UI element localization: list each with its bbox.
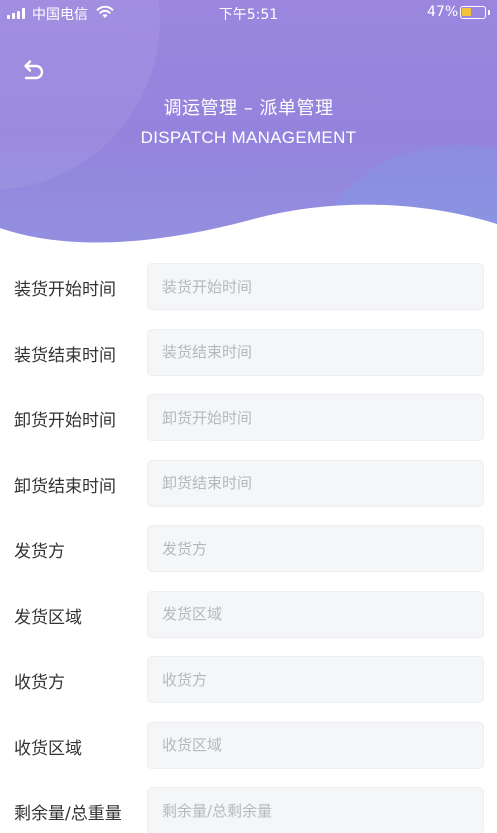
field-label: 装货开始时间 [14,280,116,300]
field-label: 卸货结束时间 [14,476,116,497]
dispatch-form: 装货开始时间 装货结束时间 卸货开始时间 卸货结束时间 发货方 发货区域 收货方… [0,263,497,833]
back-button[interactable] [18,54,48,82]
field-label: 卸货开始时间 [14,411,116,431]
receive-region-input[interactable] [147,721,484,769]
page-subtitle: DISPATCH MANAGEMENT [140,128,357,147]
form-row-unload-end: 卸货结束时间 [0,459,497,526]
form-row-load-start: 装货开始时间 [0,263,497,329]
consignee-input[interactable] [147,656,484,703]
shipper-input[interactable] [147,525,484,572]
field-label: 剩余量/总重量 [14,804,122,824]
status-bar: 中国电信 下午5:51 47% [0,0,497,26]
battery-icon [460,6,486,19]
unload-end-time-input[interactable] [147,459,484,507]
form-row-load-end: 装货结束时间 [0,328,497,395]
page-title: 调运管理 – 派单管理 [163,98,334,119]
ship-region-input[interactable] [147,590,484,638]
field-label: 收货区域 [14,738,82,759]
form-row-consignee: 收货方 [0,656,497,722]
battery-tip [488,10,490,15]
clock: 下午5:51 [218,7,279,23]
battery-level-fill [462,8,471,16]
field-label: 发货方 [14,542,65,562]
field-label: 收货方 [14,673,65,693]
form-row-unload-start: 卸货开始时间 [0,394,497,460]
undo-arrow-icon [24,60,44,80]
field-label: 装货结束时间 [14,345,116,366]
field-label: 发货区域 [14,607,82,628]
header-wave [0,204,497,250]
form-row-weight: 剩余量/总重量 [0,787,497,833]
header-banner: 中国电信 下午5:51 47% 调运管理 – 派单管理 DISPATCH MAN… [0,0,497,250]
battery-percentage: 47% [427,4,459,20]
form-row-shipper: 发货方 [0,525,497,591]
form-row-ship-region: 发货区域 [0,590,497,657]
load-end-time-input[interactable] [147,328,484,376]
unload-start-time-input[interactable] [147,394,484,441]
load-start-time-input[interactable] [147,263,484,310]
form-row-receive-region: 收货区域 [0,721,497,788]
remaining-total-weight-input[interactable] [147,787,484,833]
